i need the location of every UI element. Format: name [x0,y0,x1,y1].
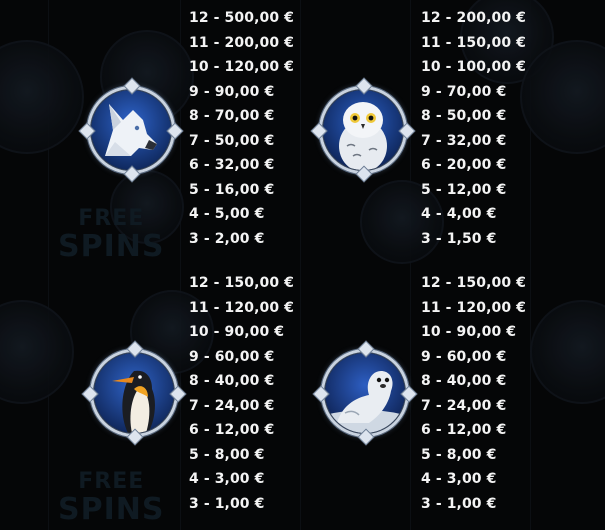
owl-paytable: 12 - 200,00 € 11 - 150,00 € 10 - 100,00 … [421,6,526,251]
payout-line: 3 - 2,00 € [189,230,265,247]
payout-line: 11 - 120,00 € [189,299,294,316]
payout-line: 3 - 1,50 € [421,230,497,247]
payout-line: 5 - 12,00 € [421,181,507,198]
payout-line: 12 - 150,00 € [189,275,294,291]
payout-line: 3 - 1,00 € [189,495,265,512]
penguin-paytable: 12 - 150,00 € 11 - 120,00 € 10 - 90,00 €… [189,271,294,516]
wolf-symbol-icon [78,77,184,183]
payout-line: 3 - 1,00 € [421,495,497,512]
payout-line: 12 - 500,00 € [189,10,294,26]
payout-line: 9 - 70,00 € [421,83,507,100]
payout-line: 8 - 40,00 € [189,373,275,389]
seal-symbol-icon [312,340,418,446]
payout-line: 6 - 32,00 € [189,157,275,173]
payout-line: 7 - 24,00 € [189,397,275,414]
payout-line: 5 - 8,00 € [421,446,497,463]
payout-line: 7 - 50,00 € [189,132,275,149]
payout-line: 12 - 200,00 € [421,10,526,26]
payout-line: 10 - 120,00 € [189,59,294,75]
payout-line: 10 - 100,00 € [421,59,526,75]
wolf-paytable: 12 - 500,00 € 11 - 200,00 € 10 - 120,00 … [189,6,294,251]
payout-line: 12 - 150,00 € [421,275,526,291]
payout-line: 4 - 5,00 € [189,206,265,222]
payout-line: 11 - 120,00 € [421,299,526,316]
payout-line: 9 - 90,00 € [189,83,275,100]
payout-line: 8 - 50,00 € [421,108,507,124]
free-spins-watermark: FREE SPINS [58,206,165,264]
payout-line: 6 - 12,00 € [421,422,507,438]
payout-line: 10 - 90,00 € [421,324,517,340]
payout-line: 8 - 40,00 € [421,373,507,389]
payout-line: 8 - 70,00 € [189,108,275,124]
seal-paytable: 12 - 150,00 € 11 - 120,00 € 10 - 90,00 €… [421,271,526,516]
penguin-symbol-icon [81,340,187,446]
payout-line: 7 - 32,00 € [421,132,507,149]
payout-line: 7 - 24,00 € [421,397,507,414]
payout-line: 4 - 3,00 € [189,471,265,487]
free-spins-watermark: FREE SPINS [58,469,165,527]
payout-line: 5 - 8,00 € [189,446,265,463]
payout-line: 9 - 60,00 € [421,348,507,365]
owl-symbol-icon [310,77,416,183]
payout-line: 11 - 200,00 € [189,34,294,51]
payout-line: 6 - 12,00 € [189,422,275,438]
payout-line: 11 - 150,00 € [421,34,526,51]
payout-line: 10 - 90,00 € [189,324,285,340]
payout-line: 4 - 4,00 € [421,206,497,222]
payout-line: 6 - 20,00 € [421,157,507,173]
payout-line: 4 - 3,00 € [421,471,497,487]
payout-line: 9 - 60,00 € [189,348,275,365]
payout-line: 5 - 16,00 € [189,181,275,198]
